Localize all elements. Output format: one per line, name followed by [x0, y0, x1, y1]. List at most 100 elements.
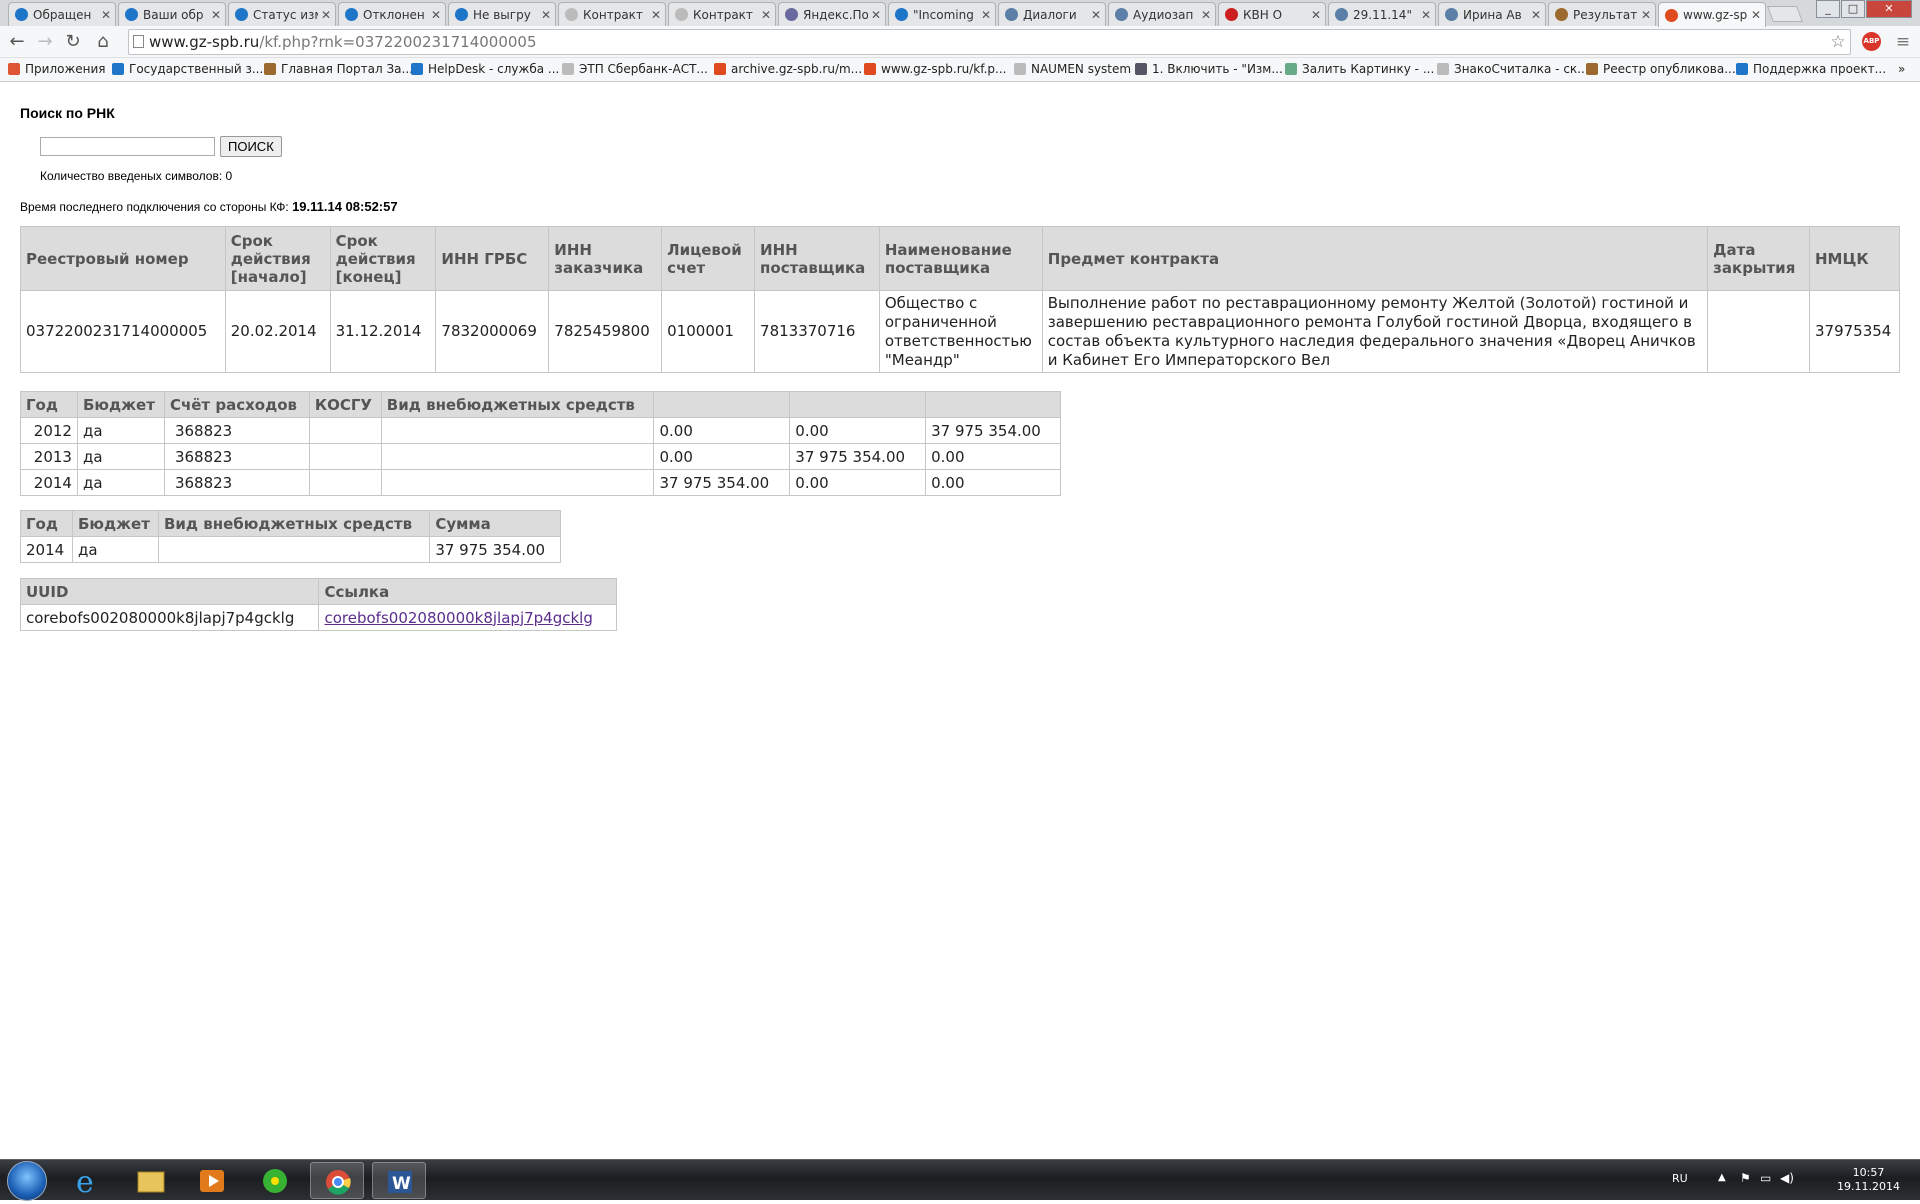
contract-cell: 7825459800 — [548, 290, 663, 373]
tab-close-icon[interactable]: ✕ — [1531, 8, 1541, 22]
more-bookmarks-icon[interactable]: » — [1898, 62, 1905, 76]
tab-favicon-icon — [895, 8, 908, 21]
new-tab-button[interactable] — [1767, 6, 1803, 22]
sum-cell: 37 975 354.00 — [429, 536, 561, 563]
budget-cell: да — [76, 469, 165, 496]
close-window-button[interactable]: ✕ — [1866, 0, 1912, 18]
tab-close-icon[interactable]: ✕ — [431, 8, 441, 22]
bookmark-item[interactable]: 1. Включить - "Изм... — [1135, 62, 1283, 76]
budget-row: 2012 да 368823 0.00 0.00 37 975 354.00 — [20, 417, 1061, 444]
tab-close-icon[interactable]: ✕ — [1751, 8, 1761, 22]
tab-strip: Обращен ✕ Ваши обр ✕ Статус изм ✕ Отклонен ✕ Не … — [0, 0, 1920, 27]
flag-icon[interactable]: ⚑ — [1740, 1171, 1751, 1185]
browser-tab[interactable]: Контракт ✕ — [558, 2, 666, 26]
last-connection-value: 19.11.14 08:52:57 — [292, 199, 398, 214]
browser-tab[interactable]: "Incoming ✕ — [888, 2, 996, 26]
tab-close-icon[interactable]: ✕ — [651, 8, 661, 22]
tab-close-icon[interactable]: ✕ — [541, 8, 551, 22]
tray-arrow-icon[interactable]: ▲ — [1718, 1172, 1726, 1183]
chrome-icon[interactable] — [310, 1162, 364, 1199]
browser-tab[interactable]: Ваши обр ✕ — [118, 2, 226, 26]
windows-taskbar: e W RU ▲ ⚑ ▭ ◀) 10:57 19.11.2014 — [0, 1159, 1920, 1201]
tab-title: Обращен — [33, 7, 92, 22]
tab-close-icon[interactable]: ✕ — [1311, 8, 1321, 22]
tab-close-icon[interactable]: ✕ — [981, 8, 991, 22]
contract-header: Лицевой счет — [661, 226, 756, 291]
uuid-link[interactable]: corebofs002080000k8jlapj7p4gcklg — [324, 609, 592, 627]
volume-icon[interactable]: ◀) — [1780, 1171, 1794, 1185]
tab-close-icon[interactable]: ✕ — [1641, 8, 1651, 22]
budget-table: Год Бюджет Счёт расходов КОСГУ Вид внебюджет… — [20, 391, 1061, 496]
icq-icon[interactable] — [248, 1162, 302, 1199]
browser-tab[interactable]: Яндекс.По ✕ — [778, 2, 886, 26]
start-button-icon[interactable] — [7, 1161, 47, 1201]
browser-tab[interactable]: Ирина Ав ✕ — [1438, 2, 1546, 26]
bookmark-item[interactable]: Приложения — [8, 62, 106, 76]
tab-close-icon[interactable]: ✕ — [1201, 8, 1211, 22]
sum-cell: да — [71, 536, 159, 563]
browser-tab[interactable]: Отклонен ✕ — [338, 2, 446, 26]
browser-tab[interactable]: Диалоги ✕ — [998, 2, 1106, 26]
menu-icon[interactable]: ≡ — [1893, 32, 1913, 52]
tab-close-icon[interactable]: ✕ — [871, 8, 881, 22]
bookmark-item[interactable]: archive.gz-spb.ru/m... — [714, 62, 862, 76]
tab-title: КВН О — [1243, 7, 1283, 22]
tab-close-icon[interactable]: ✕ — [211, 8, 221, 22]
browser-tab[interactable]: Результат ✕ — [1548, 2, 1656, 26]
bookmark-item[interactable]: HelpDesk - служба ... — [411, 62, 559, 76]
budget-cell — [380, 417, 655, 444]
tab-title: www.gz-sp — [1683, 8, 1748, 22]
bookmark-item[interactable]: Государственный з... — [112, 62, 263, 76]
bookmark-item[interactable]: ЗнакоСчиталка - ск... — [1437, 62, 1589, 76]
sum-cell — [157, 536, 431, 563]
tab-close-icon[interactable]: ✕ — [321, 8, 331, 22]
ie-icon[interactable]: e — [62, 1162, 116, 1200]
clock[interactable]: 10:57 19.11.2014 — [1837, 1166, 1900, 1194]
browser-tab[interactable]: 29.11.14" ✕ — [1328, 2, 1436, 26]
contract-header: Срок действия [конец] — [329, 226, 437, 291]
browser-tab[interactable]: Аудиозап ✕ — [1108, 2, 1216, 26]
contract-header: ИНН поставщика — [754, 226, 880, 291]
star-icon[interactable]: ☆ — [1828, 32, 1848, 52]
budget-cell: 0.00 — [925, 443, 1061, 470]
home-icon[interactable]: ⌂ — [92, 31, 114, 53]
tab-close-icon[interactable]: ✕ — [1091, 8, 1101, 22]
browser-tab[interactable]: Обращен ✕ — [8, 2, 116, 26]
language-indicator[interactable]: RU — [1672, 1172, 1688, 1185]
bookmark-item[interactable]: Поддержка проект... — [1736, 62, 1886, 76]
budget-cell: 0.00 — [653, 443, 791, 470]
tab-close-icon[interactable]: ✕ — [761, 8, 771, 22]
browser-tab[interactable]: КВН О ✕ — [1218, 2, 1326, 26]
tab-title: Ирина Ав — [1463, 7, 1522, 22]
bookmark-item[interactable]: ЭТП Сбербанк-АСТ... — [562, 62, 708, 76]
bookmark-item[interactable]: Реестр опубликова... — [1586, 62, 1736, 76]
word-icon[interactable]: W — [372, 1162, 426, 1199]
browser-tab[interactable]: Не выгру ✕ — [448, 2, 556, 26]
tab-favicon-icon — [1005, 8, 1018, 21]
explorer-icon[interactable] — [124, 1162, 178, 1199]
browser-tab[interactable]: Контракт ✕ — [668, 2, 776, 26]
search-button[interactable]: ПОИСК — [220, 136, 282, 157]
bookmark-item[interactable]: Залить Картинку - ... — [1285, 62, 1434, 76]
tab-close-icon[interactable]: ✕ — [101, 8, 111, 22]
tab-close-icon[interactable]: ✕ — [1421, 8, 1431, 22]
media-player-icon[interactable] — [186, 1162, 240, 1199]
minimize-button[interactable]: _ — [1816, 0, 1840, 18]
url-path: /kf.php?rnk=0372200231714000005 — [259, 33, 537, 51]
bookmark-icon — [1285, 63, 1297, 75]
browser-tab[interactable]: Статус изм ✕ — [228, 2, 336, 26]
bookmark-item[interactable]: Главная Портал За... — [264, 62, 413, 76]
adblock-icon[interactable]: ABP — [1862, 32, 1881, 51]
network-icon[interactable]: ▭ — [1760, 1171, 1771, 1185]
browser-tab[interactable]: www.gz-sp ✕ — [1658, 2, 1766, 27]
bookmark-item[interactable]: www.gz-spb.ru/kf.p... — [864, 62, 1006, 76]
bookmark-item[interactable]: NAUMEN system — [1014, 62, 1131, 76]
back-icon[interactable]: ← — [6, 31, 28, 53]
bookmark-icon — [1736, 63, 1748, 75]
uuid-cell: corebofs002080000k8jlapj7p4gcklg — [318, 604, 617, 631]
search-input[interactable] — [40, 137, 215, 156]
forward-icon[interactable]: → — [34, 31, 56, 53]
address-bar[interactable]: www.gz-spb.ru/kf.php?rnk=037220023171400… — [128, 29, 1851, 55]
maximize-button[interactable]: □ — [1841, 0, 1865, 18]
reload-icon[interactable]: ↻ — [62, 31, 84, 53]
